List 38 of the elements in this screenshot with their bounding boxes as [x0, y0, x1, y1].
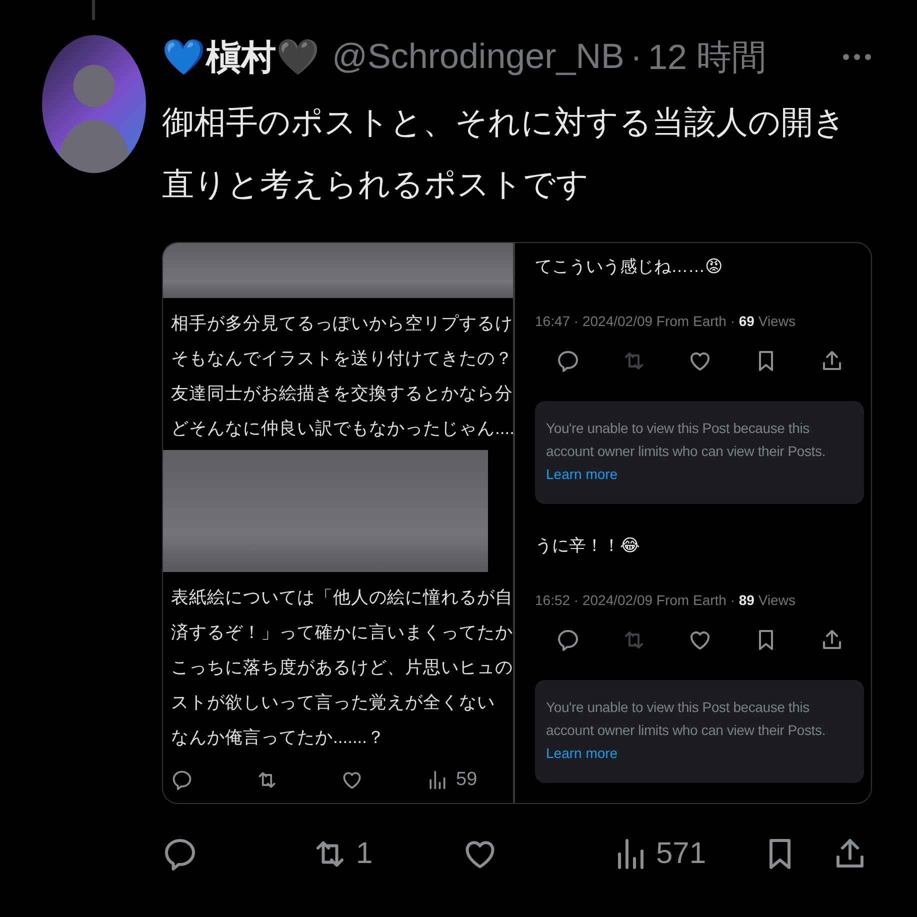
post-meta: 16:47 · 2024/02/09 From Earth · 69 Views [535, 313, 796, 329]
reply-icon [171, 769, 193, 791]
more-icon[interactable] [842, 53, 872, 61]
text-line: どそんなに仲良い訳でもなかったじゃん.... [171, 417, 513, 440]
reply-button[interactable] [556, 349, 580, 373]
share-icon [820, 349, 844, 373]
post-text: うに辛！！😂 [535, 535, 641, 557]
text-line: なんか俺言ってたか.......？ [171, 726, 386, 749]
learn-more-link[interactable]: Learn more [546, 463, 618, 486]
post-meta: 16:52 · 2024/02/09 From Earth · 89 Views [535, 592, 796, 608]
separator-dot: · [630, 37, 642, 77]
reply-button[interactable] [556, 628, 580, 652]
share-button[interactable] [820, 349, 844, 373]
retweet-icon [256, 769, 278, 791]
views-button[interactable]: 59 [426, 769, 516, 791]
post-time[interactable]: 12 時間 [648, 34, 767, 80]
text-line: そもなんでイラストを送り付けてきたの？ [171, 347, 513, 370]
text-line: こっちに落ち度があるけど、片思いヒュの [171, 656, 513, 679]
learn-more-link[interactable]: Learn more [546, 742, 618, 765]
text-line: 済するぞ！」って確かに言いまくってたか [171, 621, 513, 644]
text-line: 友達同士がお絵描きを交換するとかなら分 [171, 382, 513, 405]
share-button[interactable] [820, 628, 844, 652]
thread-line [92, 0, 95, 20]
views-button[interactable]: 571 [612, 834, 762, 874]
notice-text: You're unable to view this Post because this account owner limits who can view their Posts. [546, 419, 826, 461]
user-handle[interactable]: @Schrodinger_NB [332, 37, 624, 77]
like-icon [341, 769, 363, 791]
share-icon [820, 628, 844, 652]
retweet-button[interactable]: 1 [312, 834, 462, 874]
reply-icon [556, 628, 580, 652]
text-line: 表紙絵については「他人の絵に憧れるが自 [171, 586, 513, 609]
text-line: 相手が多分見てるっぽいから空リプするけ [171, 312, 513, 335]
post-text: 御相手のポストと、それに対する当該人の開き直りと考えられるポストです [162, 103, 847, 204]
display-name: 💙槇村🖤 [162, 36, 320, 78]
post-text: てこういう感じね……😡 [535, 256, 724, 278]
reply-icon [556, 349, 580, 373]
text-line: ストが欲しいって言った覚えが全くない [171, 691, 496, 714]
notice-text: You're unable to view this Post because this account owner limits who can view their Posts. [546, 698, 826, 740]
